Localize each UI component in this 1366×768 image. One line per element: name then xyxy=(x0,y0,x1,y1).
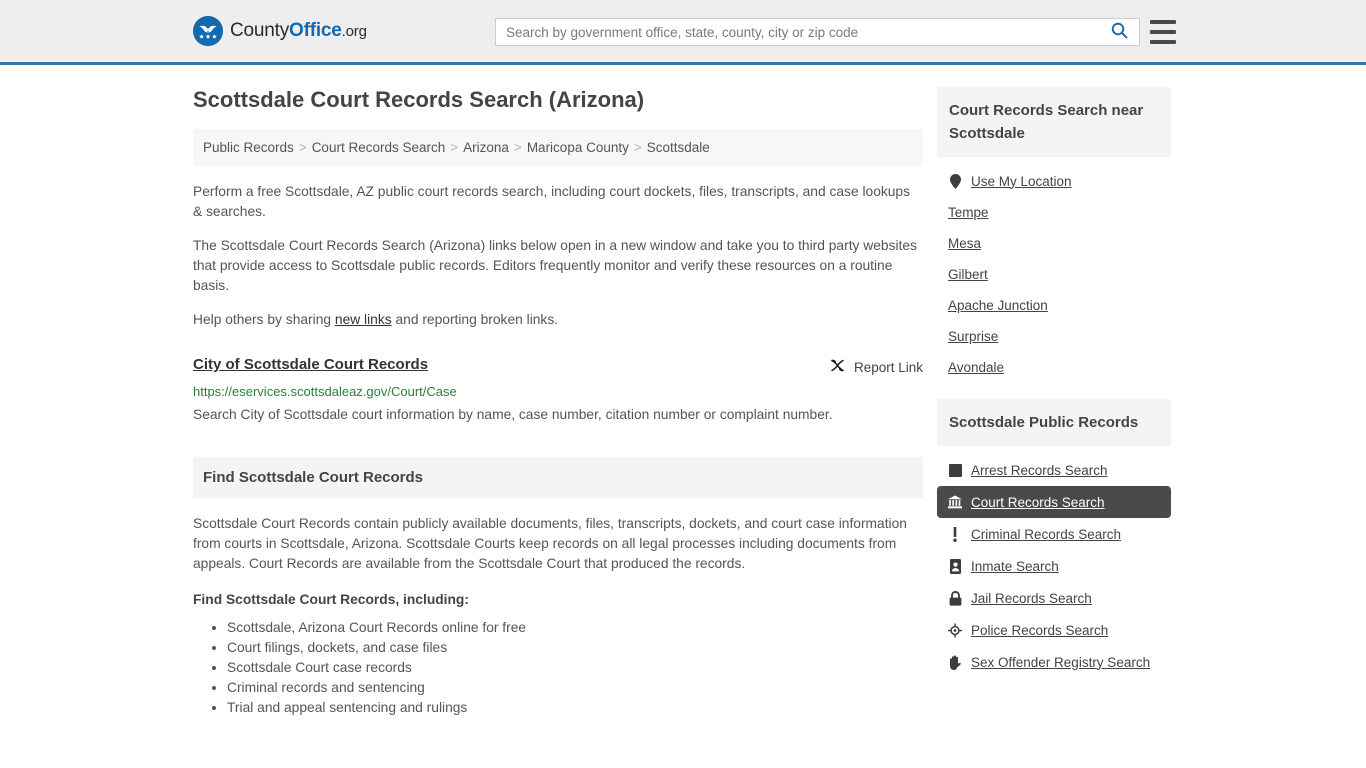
result-url[interactable]: https://eservices.scottsdaleaz.gov/Court… xyxy=(193,384,923,399)
sidebar-item-inmate-search[interactable]: Inmate Search xyxy=(937,550,1171,582)
sidebar-item-police-records-search[interactable]: Police Records Search xyxy=(937,614,1171,646)
sidebar-item-label: Criminal Records Search xyxy=(971,526,1122,542)
list-item: Scottsdale Court case records xyxy=(227,658,923,678)
sidebar-item-court-records-search[interactable]: Court Records Search xyxy=(937,486,1171,518)
sidebar-item-label: Use My Location xyxy=(971,173,1072,189)
sidebar-item-label: Police Records Search xyxy=(971,622,1109,638)
hamburger-bar xyxy=(1150,40,1176,44)
site-header: CountyOffice.org xyxy=(0,0,1366,65)
content-columns: Scottsdale Court Records Search (Arizona… xyxy=(193,65,1173,718)
intro-paragraph-1: Perform a free Scottsdale, AZ public cou… xyxy=(193,184,911,219)
breadcrumb-item-court-records-search[interactable]: Court Records Search xyxy=(312,140,446,155)
result-description: Search City of Scottsdale court informat… xyxy=(193,407,833,422)
find-records-heading: Find Scottsdale Court Records xyxy=(193,457,923,498)
breadcrumb-separator: > xyxy=(633,140,642,155)
hand-icon xyxy=(948,654,962,670)
find-records-list-heading: Find Scottsdale Court Records, including… xyxy=(193,592,469,607)
result-entry: City of Scottsdale Court Records Report … xyxy=(193,356,923,427)
breadcrumb-item-scottsdale: Scottsdale xyxy=(646,140,710,155)
hamburger-bar xyxy=(1150,20,1176,24)
sidebar-item-gilbert[interactable]: Gilbert xyxy=(937,259,1171,290)
result-header-row: City of Scottsdale Court Records Report … xyxy=(193,356,923,377)
breadcrumb-item-public-records[interactable]: Public Records xyxy=(203,140,294,155)
sidebar-item-apache-junction[interactable]: Apache Junction xyxy=(937,290,1171,321)
report-link-label: Report Link xyxy=(853,359,923,375)
find-records-body: Scottsdale Court Records contain publicl… xyxy=(193,514,923,718)
report-link-button[interactable]: Report Link xyxy=(829,356,923,377)
public-records-heading: Scottsdale Public Records xyxy=(937,399,1171,446)
police-badge-icon xyxy=(948,622,962,638)
logo-text-office: Office xyxy=(289,20,342,41)
new-links-link[interactable]: new links xyxy=(335,312,392,327)
sidebar-item-sex-offender-registry-search[interactable]: Sex Offender Registry Search xyxy=(937,646,1171,678)
id-badge-icon xyxy=(948,558,962,574)
find-records-paragraph: Scottsdale Court Records contain publicl… xyxy=(193,516,907,571)
padlock-icon xyxy=(948,590,962,606)
breadcrumb-item-maricopa-county[interactable]: Maricopa County xyxy=(527,140,629,155)
sidebar-item-label: Tempe xyxy=(948,205,989,220)
breadcrumb-separator: > xyxy=(298,140,307,155)
search-button[interactable] xyxy=(1099,19,1139,45)
result-title-link[interactable]: City of Scottsdale Court Records xyxy=(193,356,428,373)
sidebar-item-label: Surprise xyxy=(948,329,999,344)
page-container: Scottsdale Court Records Search (Arizona… xyxy=(0,65,1366,718)
share-text-before: Help others by sharing xyxy=(193,312,335,327)
exclamation-icon xyxy=(948,526,962,542)
list-item: Scottsdale, Arizona Court Records online… xyxy=(227,618,923,638)
breadcrumb: Public Records > Court Records Search > Ariz… xyxy=(193,129,923,166)
sidebar-item-label: Gilbert xyxy=(948,267,988,282)
sidebar-item-avondale[interactable]: Avondale xyxy=(937,352,1171,383)
page-title: Scottsdale Court Records Search (Arizona… xyxy=(193,87,645,112)
list-item: Trial and appeal sentencing and rulings xyxy=(227,698,923,718)
breadcrumb-separator: > xyxy=(513,140,522,155)
sidebar-item-label: Apache Junction xyxy=(948,298,1048,313)
logo-wordmark: CountyOffice.org xyxy=(230,20,367,42)
sidebar-item-label: Sex Offender Registry Search xyxy=(971,654,1151,670)
sidebar-item-jail-records-search[interactable]: Jail Records Search xyxy=(937,582,1171,614)
main-content: Scottsdale Court Records Search (Arizona… xyxy=(193,87,923,718)
list-item: Criminal records and sentencing xyxy=(227,678,923,698)
sidebar-item-use-my-location[interactable]: Use My Location xyxy=(937,165,1171,197)
sidebar-item-criminal-records-search[interactable]: Criminal Records Search xyxy=(937,518,1171,550)
sidebar-item-arrest-records-search[interactable]: Arrest Records Search xyxy=(937,454,1171,486)
sidebar-item-label: Arrest Records Search xyxy=(971,462,1108,478)
map-pin-icon xyxy=(948,173,962,189)
search-input[interactable] xyxy=(496,19,1099,45)
search-icon xyxy=(1111,22,1128,42)
site-logo[interactable]: CountyOffice.org xyxy=(193,16,367,46)
public-records-list: Arrest Records Search Court Records Sear… xyxy=(937,446,1171,678)
sidebar-item-label: Inmate Search xyxy=(971,558,1059,574)
sidebar-item-tempe[interactable]: Tempe xyxy=(937,197,1171,228)
sidebar-item-label: Court Records Search xyxy=(971,494,1105,510)
logo-text-county: County xyxy=(230,20,290,41)
sidebar-item-label: Jail Records Search xyxy=(971,590,1092,606)
hamburger-bar xyxy=(1150,30,1176,34)
logo-text-org: .org xyxy=(341,23,367,40)
public-records-panel: Scottsdale Public Records Arrest Records… xyxy=(937,399,1171,678)
intro-paragraph-2: The Scottsdale Court Records Search (Ari… xyxy=(193,238,917,293)
breadcrumb-item-arizona[interactable]: Arizona xyxy=(463,140,509,155)
nearby-searches-panel: Court Records Search near Scottsdale Use… xyxy=(937,87,1171,383)
share-text-after: and reporting broken links. xyxy=(391,312,559,327)
breadcrumb-separator: > xyxy=(450,140,459,155)
find-records-bullet-list: Scottsdale, Arizona Court Records online… xyxy=(193,618,923,718)
intro-paragraph-3: Help others by sharing new links and rep… xyxy=(193,310,923,330)
search-bar[interactable] xyxy=(495,18,1140,46)
nearby-searches-list: Use My Location Tempe Mesa Gilbert Apach… xyxy=(937,157,1171,383)
sidebar-item-label: Avondale xyxy=(948,360,1005,375)
sidebar: Court Records Search near Scottsdale Use… xyxy=(937,87,1171,718)
sidebar-item-label: Mesa xyxy=(948,236,982,251)
broken-link-icon xyxy=(829,357,846,377)
sidebar-item-surprise[interactable]: Surprise xyxy=(937,321,1171,352)
list-item: Court filings, dockets, and case files xyxy=(227,638,923,658)
eagle-shield-logo-icon xyxy=(193,16,223,46)
nearby-searches-heading: Court Records Search near Scottsdale xyxy=(937,87,1171,157)
sidebar-item-mesa[interactable]: Mesa xyxy=(937,228,1171,259)
hamburger-menu-icon[interactable] xyxy=(1150,20,1176,44)
courthouse-icon xyxy=(948,494,962,510)
fingerprint-card-icon xyxy=(948,462,962,478)
